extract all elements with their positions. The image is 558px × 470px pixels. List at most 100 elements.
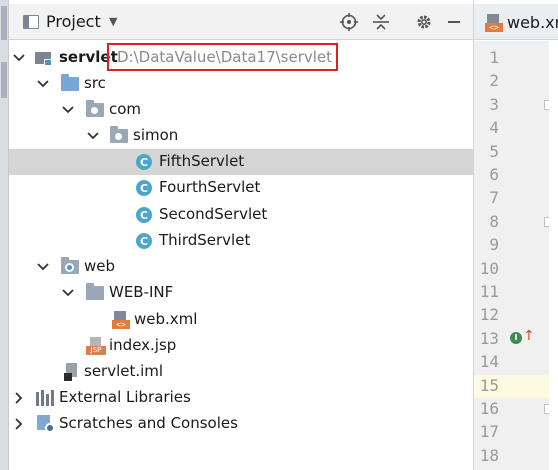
tree-node-label: web xyxy=(84,257,116,275)
line-number-gutter: 1 2 3 4 5 6 7 8 9 10 11 12 13 I ↑ 14 15 16 17 18 xyxy=(474,41,554,470)
gutter-line: 10 xyxy=(474,258,549,281)
chevron-right-icon[interactable] xyxy=(12,385,26,411)
tree-node-label: ThirdServlet xyxy=(159,231,251,249)
line-number: 1 xyxy=(489,48,499,67)
tree-node-class[interactable]: C FourthServlet xyxy=(9,175,473,201)
folder-icon xyxy=(86,283,104,302)
tree-node-label: Scratches and Consoles xyxy=(59,414,238,432)
web-folder-icon xyxy=(61,257,79,276)
tree-node-index-jsp[interactable]: JSP index.jsp xyxy=(9,333,473,359)
line-number: 16 xyxy=(479,399,499,418)
tree-node-web[interactable]: web xyxy=(9,254,473,280)
editor-area: <> web.xm 12345678910111213I↑1415161718 xyxy=(473,0,558,470)
gutter-line: 5 xyxy=(474,141,549,164)
class-icon: C xyxy=(136,179,154,197)
tree-node-web-xml[interactable]: <> web.xml xyxy=(9,307,473,333)
tree-node-web-inf[interactable]: WEB-INF xyxy=(9,280,473,306)
gutter-line: 6 xyxy=(474,164,549,187)
chevron-right-icon[interactable] xyxy=(12,411,26,437)
gutter-line: 7 xyxy=(474,187,549,210)
gutter-line: 15 xyxy=(474,374,549,398)
chevron-down-icon[interactable]: ▼ xyxy=(109,15,117,28)
gutter-line: 11 xyxy=(474,281,549,304)
xml-file-icon: <> xyxy=(112,311,130,329)
chevron-down-icon[interactable] xyxy=(12,45,26,71)
panel-title[interactable]: Project xyxy=(46,12,101,31)
editor-tab-web-xml[interactable]: <> web.xm xyxy=(474,4,558,40)
gear-icon[interactable] xyxy=(413,11,435,33)
jsp-file-icon: JSP xyxy=(86,337,106,355)
tree-node-class[interactable]: C ThirdServlet xyxy=(9,228,473,254)
xml-file-icon: <> xyxy=(485,14,503,32)
tree-node-external-libraries[interactable]: External Libraries xyxy=(9,385,473,411)
line-number: 5 xyxy=(489,141,499,161)
line-number: 15 xyxy=(479,375,499,395)
tree-node-label: WEB-INF xyxy=(109,283,174,301)
tree-node-src[interactable]: src xyxy=(9,71,473,97)
class-icon: C xyxy=(136,206,154,224)
gutter-line: 1 xyxy=(474,47,549,70)
tree-node-label: com xyxy=(109,100,142,118)
line-number: 18 xyxy=(479,445,499,465)
editor-tab-label: web.xm xyxy=(507,13,558,32)
chevron-down-icon[interactable] xyxy=(36,254,50,280)
package-icon xyxy=(110,126,128,145)
class-icon: C xyxy=(136,232,154,250)
tree-node-label: simon xyxy=(133,126,179,144)
implements-icon[interactable]: I xyxy=(510,331,522,344)
gutter-line: 8 xyxy=(474,211,554,234)
tree-node-label: web.xml xyxy=(134,310,198,328)
chevron-down-icon[interactable] xyxy=(86,123,100,149)
gutter-line: 2 xyxy=(474,70,549,93)
gutter-line: 14 xyxy=(474,351,549,374)
left-tool-strip xyxy=(0,0,9,470)
collapse-all-icon[interactable] xyxy=(370,11,392,33)
gutter-line: 16 xyxy=(474,398,554,421)
gutter-line: 4 xyxy=(474,117,549,140)
scratches-icon xyxy=(37,415,55,433)
gutter-line: 18 xyxy=(474,445,549,468)
libraries-icon xyxy=(36,389,54,407)
project-panel-header: Project ▼ xyxy=(9,4,473,40)
tree-node-label: src xyxy=(84,74,106,92)
chevron-down-icon[interactable] xyxy=(61,280,75,306)
tree-node-class[interactable]: C SecondServlet xyxy=(9,202,473,228)
tree-node-label: FifthServlet xyxy=(159,152,245,170)
navigate-up-arrow-icon[interactable]: ↑ xyxy=(523,328,535,344)
chevron-down-icon[interactable] xyxy=(61,97,75,123)
tree-node-simon[interactable]: simon xyxy=(9,123,473,149)
code-area[interactable] xyxy=(549,41,558,470)
project-tool-window-tab[interactable] xyxy=(1,6,7,40)
path-highlight-box xyxy=(107,43,338,71)
structure-tool-window-tab[interactable] xyxy=(1,62,7,98)
chevron-down-icon[interactable] xyxy=(36,71,50,97)
tree-node-label: index.jsp xyxy=(109,336,177,354)
source-folder-icon xyxy=(61,74,79,93)
tree-node-label: SecondServlet xyxy=(159,205,268,223)
tree-node-class[interactable]: C FifthServlet xyxy=(9,149,473,175)
line-number: 2 xyxy=(489,71,499,91)
gutter-line: 13 I ↑ xyxy=(474,328,549,351)
line-number: 12 xyxy=(479,305,499,325)
tree-node-label: External Libraries xyxy=(59,388,191,406)
line-number: 13 xyxy=(479,328,499,348)
gutter-line: 3 xyxy=(474,94,554,117)
tree-node-scratches[interactable]: Scratches and Consoles xyxy=(9,411,473,437)
tree-node-servlet-iml[interactable]: servlet.iml xyxy=(9,359,473,385)
iml-file-icon xyxy=(63,363,81,381)
gutter-line: 12 xyxy=(474,304,549,327)
line-number: 9 xyxy=(489,235,499,255)
line-number: 14 xyxy=(479,352,499,372)
minimize-icon[interactable] xyxy=(443,11,465,33)
line-number: 11 xyxy=(479,282,499,301)
line-number: 3 xyxy=(489,94,499,114)
line-number: 17 xyxy=(479,422,499,442)
line-number: 7 xyxy=(489,188,499,208)
tree-node-com[interactable]: com xyxy=(9,97,473,123)
class-icon: C xyxy=(136,153,154,171)
line-number: 6 xyxy=(489,165,499,184)
tree-node-label: FourthServlet xyxy=(159,178,261,196)
gutter-line: 17 xyxy=(474,421,549,444)
gutter-line: 9 xyxy=(474,234,549,257)
crosshair-icon[interactable] xyxy=(338,11,360,33)
